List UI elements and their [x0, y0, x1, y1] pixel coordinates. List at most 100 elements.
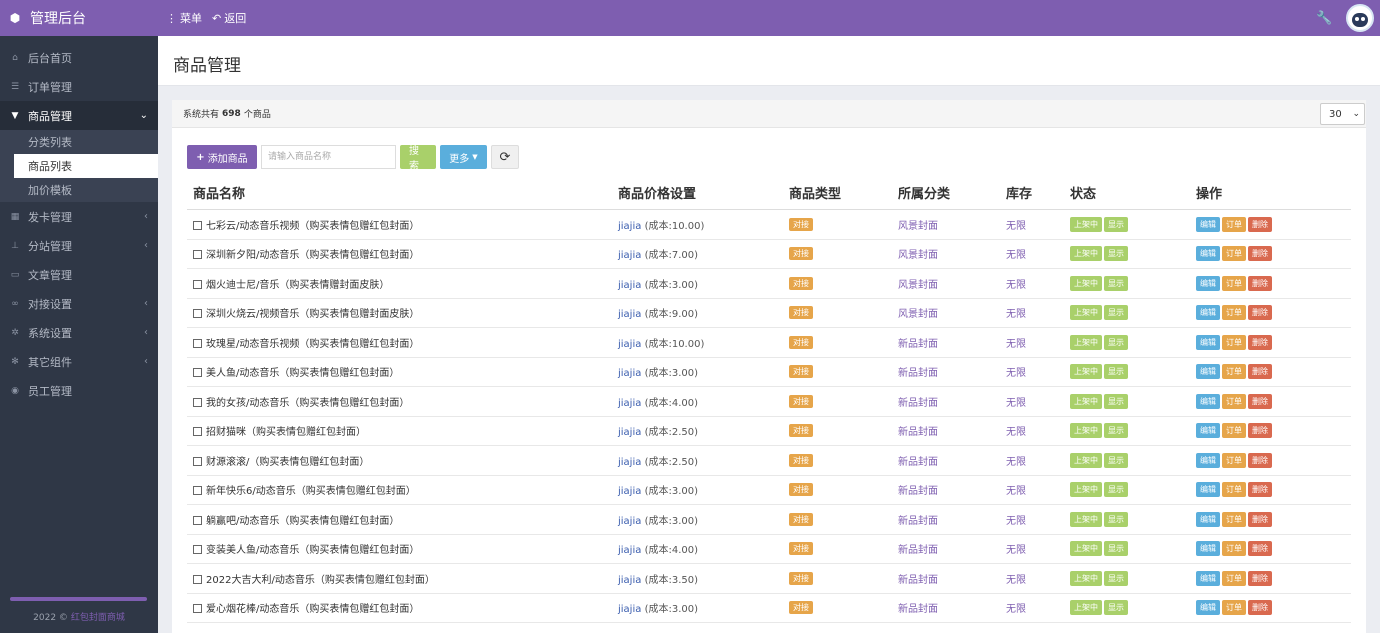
- status-show-button[interactable]: 显示: [1104, 393, 1128, 409]
- edit-button[interactable]: 编辑: [1196, 216, 1220, 232]
- order-button[interactable]: 订单: [1222, 511, 1246, 527]
- row-checkbox[interactable]: [193, 427, 202, 437]
- delete-button[interactable]: 删除: [1248, 393, 1272, 409]
- price-user-link[interactable]: jiajia: [618, 575, 641, 586]
- status-show-button[interactable]: 显示: [1104, 570, 1128, 586]
- sidebar-subitem-product-list[interactable]: 商品列表: [14, 154, 158, 178]
- edit-button[interactable]: 编辑: [1196, 423, 1220, 439]
- sidebar-item-system[interactable]: ✲ 系统设置 ‹: [0, 318, 158, 347]
- avatar[interactable]: [1346, 4, 1374, 32]
- sidebar-item-articles[interactable]: ▭ 文章管理: [0, 260, 158, 289]
- status-on-button[interactable]: 上架中: [1070, 600, 1102, 616]
- status-on-button[interactable]: 上架中: [1070, 364, 1102, 380]
- delete-button[interactable]: 删除: [1248, 511, 1272, 527]
- edit-button[interactable]: 编辑: [1196, 511, 1220, 527]
- status-on-button[interactable]: 上架中: [1070, 541, 1102, 557]
- order-button[interactable]: 订单: [1222, 275, 1246, 291]
- status-show-button[interactable]: 显示: [1104, 275, 1128, 291]
- sidebar-item-cards[interactable]: ▦ 发卡管理 ‹: [0, 202, 158, 231]
- sidebar-item-integration[interactable]: ∞ 对接设置 ‹: [0, 289, 158, 318]
- back-button[interactable]: ↶ 返回: [212, 10, 246, 26]
- delete-button[interactable]: 删除: [1248, 275, 1272, 291]
- status-show-button[interactable]: 显示: [1104, 482, 1128, 498]
- row-checkbox[interactable]: [193, 456, 202, 466]
- edit-button[interactable]: 编辑: [1196, 246, 1220, 262]
- edit-button[interactable]: 编辑: [1196, 570, 1220, 586]
- row-checkbox[interactable]: [193, 515, 202, 525]
- search-input[interactable]: [261, 145, 396, 169]
- delete-button[interactable]: 删除: [1248, 305, 1272, 321]
- row-checkbox[interactable]: [193, 574, 202, 584]
- row-checkbox[interactable]: [193, 338, 202, 348]
- edit-button[interactable]: 编辑: [1196, 334, 1220, 350]
- price-user-link[interactable]: jiajia: [618, 516, 641, 527]
- price-user-link[interactable]: jiajia: [618, 250, 641, 261]
- search-button[interactable]: 搜索: [400, 145, 436, 172]
- status-show-button[interactable]: 显示: [1104, 364, 1128, 380]
- price-user-link[interactable]: jiajia: [618, 545, 641, 556]
- order-button[interactable]: 订单: [1222, 305, 1246, 321]
- status-on-button[interactable]: 上架中: [1070, 482, 1102, 498]
- status-show-button[interactable]: 显示: [1104, 541, 1128, 557]
- status-show-button[interactable]: 显示: [1104, 305, 1128, 321]
- edit-button[interactable]: 编辑: [1196, 393, 1220, 409]
- status-show-button[interactable]: 显示: [1104, 334, 1128, 350]
- wrench-icon[interactable]: 🔧: [1316, 11, 1332, 26]
- delete-button[interactable]: 删除: [1248, 334, 1272, 350]
- delete-button[interactable]: 删除: [1248, 452, 1272, 468]
- order-button[interactable]: 订单: [1222, 482, 1246, 498]
- edit-button[interactable]: 编辑: [1196, 452, 1220, 468]
- delete-button[interactable]: 删除: [1248, 246, 1272, 262]
- sidebar-item-substations[interactable]: ⊥ 分站管理 ‹: [0, 231, 158, 260]
- row-checkbox[interactable]: [193, 604, 202, 614]
- sidebar-item-home[interactable]: ⌂ 后台首页: [0, 43, 158, 72]
- sidebar-item-orders[interactable]: ☰ 订单管理: [0, 72, 158, 101]
- delete-button[interactable]: 删除: [1248, 482, 1272, 498]
- row-checkbox[interactable]: [193, 220, 202, 230]
- delete-button[interactable]: 删除: [1248, 570, 1272, 586]
- order-button[interactable]: 订单: [1222, 246, 1246, 262]
- price-user-link[interactable]: jiajia: [618, 604, 641, 615]
- delete-button[interactable]: 删除: [1248, 600, 1272, 616]
- sidebar-item-staff[interactable]: ◉ 员工管理: [0, 376, 158, 405]
- delete-button[interactable]: 删除: [1248, 541, 1272, 557]
- status-on-button[interactable]: 上架中: [1070, 393, 1102, 409]
- add-product-button[interactable]: + 添加商品: [187, 145, 257, 169]
- edit-button[interactable]: 编辑: [1196, 364, 1220, 380]
- order-button[interactable]: 订单: [1222, 216, 1246, 232]
- edit-button[interactable]: 编辑: [1196, 482, 1220, 498]
- sidebar-item-components[interactable]: ✻ 其它组件 ‹: [0, 347, 158, 376]
- row-checkbox[interactable]: [193, 486, 202, 496]
- delete-button[interactable]: 删除: [1248, 364, 1272, 380]
- order-button[interactable]: 订单: [1222, 570, 1246, 586]
- price-user-link[interactable]: jiajia: [618, 368, 641, 379]
- sidebar-item-products[interactable]: ▼ 商品管理 ⌄: [0, 101, 158, 130]
- edit-button[interactable]: 编辑: [1196, 541, 1220, 557]
- row-checkbox[interactable]: [193, 545, 202, 555]
- order-button[interactable]: 订单: [1222, 423, 1246, 439]
- edit-button[interactable]: 编辑: [1196, 305, 1220, 321]
- footer-brand-link[interactable]: 红包封面商城: [71, 613, 125, 623]
- price-user-link[interactable]: jiajia: [618, 221, 641, 232]
- order-button[interactable]: 订单: [1222, 334, 1246, 350]
- brand[interactable]: ⬢ 管理后台: [0, 0, 158, 36]
- status-show-button[interactable]: 显示: [1104, 600, 1128, 616]
- order-button[interactable]: 订单: [1222, 393, 1246, 409]
- order-button[interactable]: 订单: [1222, 600, 1246, 616]
- status-on-button[interactable]: 上架中: [1070, 452, 1102, 468]
- status-show-button[interactable]: 显示: [1104, 246, 1128, 262]
- status-on-button[interactable]: 上架中: [1070, 275, 1102, 291]
- order-button[interactable]: 订单: [1222, 364, 1246, 380]
- refresh-button[interactable]: ⟳: [491, 145, 519, 169]
- edit-button[interactable]: 编辑: [1196, 275, 1220, 291]
- sidebar-subitem-markup-template[interactable]: 加价模板: [0, 178, 158, 202]
- price-user-link[interactable]: jiajia: [618, 398, 641, 409]
- status-on-button[interactable]: 上架中: [1070, 246, 1102, 262]
- status-on-button[interactable]: 上架中: [1070, 570, 1102, 586]
- order-button[interactable]: 订单: [1222, 452, 1246, 468]
- status-on-button[interactable]: 上架中: [1070, 511, 1102, 527]
- price-user-link[interactable]: jiajia: [618, 309, 641, 320]
- row-checkbox[interactable]: [193, 397, 202, 407]
- status-on-button[interactable]: 上架中: [1070, 423, 1102, 439]
- status-show-button[interactable]: 显示: [1104, 511, 1128, 527]
